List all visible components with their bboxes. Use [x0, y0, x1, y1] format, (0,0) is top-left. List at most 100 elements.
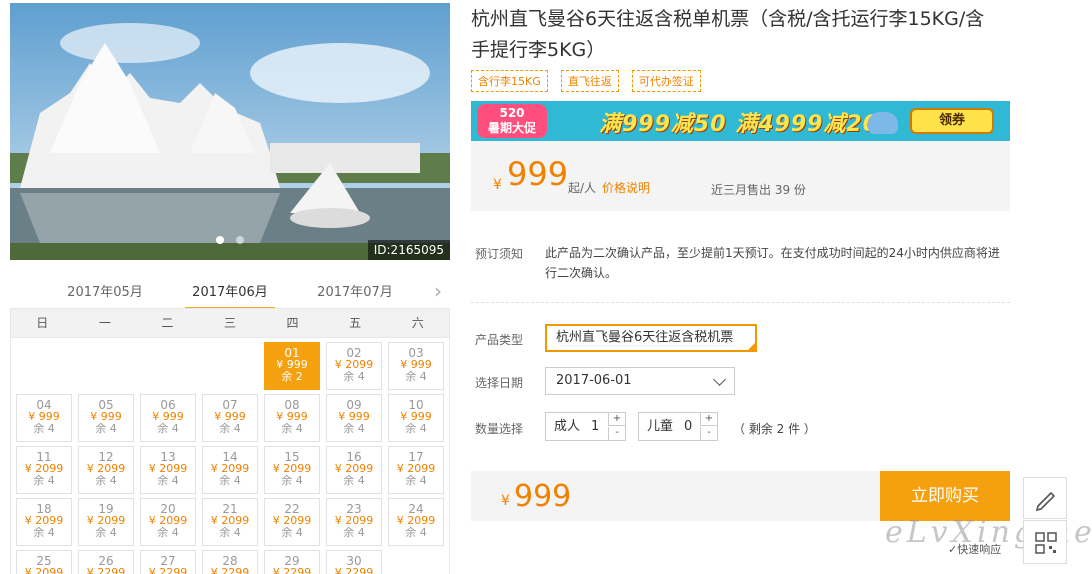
- buy-now-button[interactable]: 立即购买: [880, 471, 1010, 521]
- tab-month-may[interactable]: 2017年05月: [60, 281, 150, 300]
- adult-quantity-stepper: 成人 1 + -: [545, 412, 626, 441]
- total-price: 999: [514, 479, 572, 514]
- check-icon: ✓: [948, 543, 958, 556]
- calendar-day-price: ¥ 2299: [86, 566, 126, 574]
- calendar-day-remaining: 余 4: [343, 370, 365, 383]
- child-quantity-input[interactable]: 0: [684, 413, 692, 440]
- calendar-day-remaining: 余 4: [157, 474, 179, 487]
- calendar-day[interactable]: 25¥ 2099余 4: [16, 550, 72, 574]
- calendar-day[interactable]: 06 ¥ 999 余 4: [140, 394, 196, 442]
- calendar-day-remaining: 余 4: [343, 474, 365, 487]
- calendar-day-remaining: 余 4: [33, 422, 55, 435]
- date-label: 选择日期: [475, 376, 524, 390]
- calendar-day[interactable]: 27¥ 2299余 4: [140, 550, 196, 574]
- calendar-day[interactable]: 10 ¥ 999 余 4: [388, 394, 444, 442]
- calendar-day[interactable]: 15 ¥ 2099 余 4: [264, 446, 320, 494]
- calendar-day[interactable]: 09 ¥ 999 余 4: [326, 394, 382, 442]
- calendar-day[interactable]: 08 ¥ 999 余 4: [264, 394, 320, 442]
- calendar-day[interactable]: 04 ¥ 999 余 4: [16, 394, 72, 442]
- adult-quantity-input[interactable]: 1: [591, 413, 599, 440]
- calendar-day[interactable]: 21 ¥ 2099 余 4: [202, 498, 258, 546]
- tag-direct: 直飞往返: [560, 70, 619, 92]
- calendar-day[interactable]: 24 ¥ 2099 余 4: [388, 498, 444, 546]
- photo-id-label: ID:2165095: [367, 240, 450, 260]
- calendar-day[interactable]: 26¥ 2299余 4: [78, 550, 134, 574]
- get-coupon-button[interactable]: 领券: [910, 108, 994, 134]
- calendar-day[interactable]: 03 ¥ 999 余 4: [388, 342, 444, 390]
- price-explain-link[interactable]: 价格说明: [602, 179, 650, 196]
- calendar-day[interactable]: 18 ¥ 2099 余 4: [16, 498, 72, 546]
- weekday-label: 三: [223, 316, 236, 330]
- date-select[interactable]: 2017-06-01: [545, 367, 735, 395]
- calendar-day[interactable]: 14 ¥ 2099 余 4: [202, 446, 258, 494]
- calendar-day[interactable]: 29¥ 2299余 4: [264, 550, 320, 574]
- calendar-grid: 01 ¥ 999 余 2 02 ¥ 2099 余 4 03 ¥ 999 余 4 04 ¥ 999 余 …: [10, 338, 450, 574]
- calendar-day[interactable]: 02 ¥ 2099 余 4: [326, 342, 382, 390]
- calendar-day[interactable]: 16 ¥ 2099 余 4: [326, 446, 382, 494]
- adult-decrement-button[interactable]: -: [608, 427, 625, 440]
- calendar-day[interactable]: 28¥ 2299余 4: [202, 550, 258, 574]
- currency-symbol: ¥: [493, 177, 502, 193]
- feedback-button[interactable]: [1023, 477, 1067, 519]
- calendar-day[interactable]: 23 ¥ 2099 余 4: [326, 498, 382, 546]
- calendar-day-remaining: 余 2: [281, 370, 303, 383]
- child-quantity-stepper: 儿童 0 + -: [638, 412, 718, 441]
- calendar-day-remaining: 余 4: [157, 422, 179, 435]
- tab-month-june[interactable]: 2017年06月: [185, 281, 275, 310]
- calendar-day-price: ¥ 2299: [272, 566, 312, 574]
- calendar-day[interactable]: 30¥ 2299余 4: [326, 550, 382, 574]
- pencil-icon: [1035, 491, 1056, 512]
- calendar-day-price: ¥ 2299: [210, 566, 250, 574]
- child-increment-button[interactable]: +: [700, 413, 717, 426]
- chevron-right-icon[interactable]: ›: [434, 279, 442, 303]
- product-page: ID:2165095 2017年05月 2017年06月 2017年07月 › …: [0, 0, 1092, 574]
- calendar-day-remaining: 余 4: [281, 526, 303, 539]
- calendar-day[interactable]: 22 ¥ 2099 余 4: [264, 498, 320, 546]
- calendar-day-price: ¥ 2099: [24, 566, 64, 574]
- product-type-label: 产品类型: [475, 333, 524, 347]
- calendar-day[interactable]: 20 ¥ 2099 余 4: [140, 498, 196, 546]
- calendar-empty-cell: [140, 342, 196, 390]
- calendar-day-remaining: 余 4: [405, 422, 427, 435]
- calendar-day-remaining: 余 4: [281, 474, 303, 487]
- calendar-day[interactable]: 07 ¥ 999 余 4: [202, 394, 258, 442]
- product-type-option[interactable]: 杭州直飞曼谷6天往返含税机票: [545, 324, 757, 352]
- calendar-day-remaining: 余 4: [405, 474, 427, 487]
- promo-banner[interactable]: 520 暑期大促 满999减50 满4999减200 领券: [471, 101, 1010, 141]
- tab-month-july[interactable]: 2017年07月: [310, 281, 400, 300]
- weekday-label: 日: [36, 316, 49, 330]
- calendar-day[interactable]: 12 ¥ 2099 余 4: [78, 446, 134, 494]
- calendar-day[interactable]: 13 ¥ 2099 余 4: [140, 446, 196, 494]
- currency-symbol: ¥: [501, 493, 510, 509]
- child-label: 儿童: [647, 419, 674, 434]
- promo-badge-text: 暑期大促: [487, 121, 536, 135]
- product-photo[interactable]: ID:2165095: [10, 3, 450, 260]
- price-calendar: 日 一 二 三 四 五 六 01 ¥ 999 余 2 02 ¥ 2099 余 4 03 ¥ 9…: [10, 308, 450, 574]
- carousel-dot[interactable]: [216, 236, 225, 244]
- tag-baggage: 含行李15KG: [471, 70, 548, 92]
- notice-text: 此产品为二次确认产品，至少提前1天预订。在支付成功时间起的24小时内供应商将进行…: [545, 246, 1000, 280]
- calendar-day-price: ¥ 2299: [334, 566, 374, 574]
- calendar-day-remaining: 余 4: [219, 422, 241, 435]
- calendar-day[interactable]: 19 ¥ 2099 余 4: [78, 498, 134, 546]
- divider: [471, 302, 1010, 303]
- carousel-dot[interactable]: [235, 236, 244, 244]
- calendar-day[interactable]: 11 ¥ 2099 余 4: [16, 446, 72, 494]
- chevron-down-icon: [713, 373, 726, 386]
- remaining-stock: （ 剩余 2 件 ）: [733, 422, 816, 436]
- promo-offer-text: 满999减50 满4999减200: [599, 112, 896, 137]
- calendar-day-remaining: 余 4: [95, 422, 117, 435]
- calendar-day-remaining: 余 4: [343, 422, 365, 435]
- child-decrement-button[interactable]: -: [700, 427, 717, 440]
- calendar-day[interactable]: 05 ¥ 999 余 4: [78, 394, 134, 442]
- qr-code-button[interactable]: [1023, 520, 1067, 564]
- month-tabs: 2017年05月 2017年06月 2017年07月 ›: [10, 275, 450, 310]
- calendar-day-remaining: 余 4: [405, 370, 427, 383]
- calendar-day-remaining: 余 4: [33, 474, 55, 487]
- promo-badge: 520 暑期大促: [477, 104, 547, 138]
- quick-response-text: 快速响应: [957, 543, 1002, 556]
- calendar-day[interactable]: 01 ¥ 999 余 2: [264, 342, 320, 390]
- adult-increment-button[interactable]: +: [608, 413, 625, 426]
- calendar-day[interactable]: 17 ¥ 2099 余 4: [388, 446, 444, 494]
- product-tags: 含行李15KG 直飞往返 可代办签证: [471, 70, 709, 92]
